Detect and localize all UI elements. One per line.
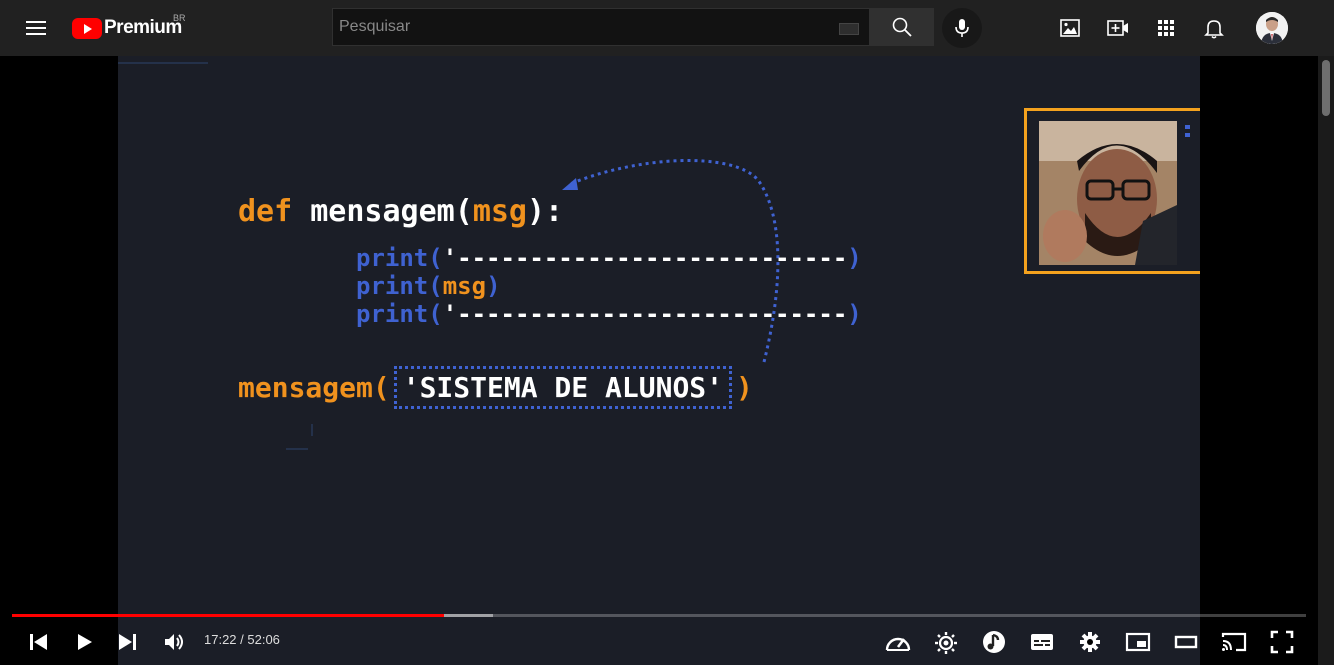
search-button[interactable]: [870, 8, 934, 46]
scrollbar-thumb[interactable]: [1322, 60, 1330, 116]
code-def-close: ):: [527, 194, 564, 229]
previous-button[interactable]: [22, 626, 54, 658]
region-code: BR: [173, 13, 186, 23]
code-print-string: '---------------------------: [442, 300, 848, 328]
subtitles-button[interactable]: [1026, 626, 1058, 658]
code-keyword-def: def: [238, 194, 293, 229]
volume-button[interactable]: [158, 626, 190, 658]
cast-button[interactable]: [1218, 626, 1250, 658]
progress-played[interactable]: [12, 614, 444, 617]
code-print-keyword: print(: [356, 272, 443, 300]
mic-icon: [955, 19, 969, 37]
subtitles-icon: [1031, 634, 1053, 650]
code-print-arg: msg: [442, 272, 487, 300]
code-call-line: mensagem('SISTEMA DE ALUNOS'): [238, 366, 753, 409]
fullscreen-icon: [1270, 630, 1294, 654]
code-param: msg: [472, 194, 527, 229]
menu-button[interactable]: [20, 14, 52, 42]
time-display: 17:22 / 52:06: [204, 632, 280, 647]
settings-button[interactable]: [1074, 626, 1106, 658]
code-print-line-2: print(msg): [356, 272, 501, 300]
music-note-icon: [983, 631, 1005, 653]
youtube-logo-icon: [72, 18, 102, 39]
create-video-icon[interactable]: [1106, 16, 1130, 40]
avatar-person-icon: [1256, 12, 1288, 44]
previous-icon: [30, 634, 47, 650]
page-scrollbar[interactable]: [1318, 56, 1334, 665]
account-avatar[interactable]: [1256, 12, 1288, 44]
fullscreen-button[interactable]: [1266, 626, 1298, 658]
code-print-close: ): [486, 272, 501, 300]
ambient-mode-button[interactable]: [930, 626, 962, 658]
code-print-close: ): [847, 300, 862, 328]
theater-mode-icon: [1174, 635, 1198, 649]
code-print-line-1: print('---------------------------): [356, 244, 862, 272]
presenter-webcam-frame: [1024, 108, 1200, 274]
code-call-arg: 'SISTEMA DE ALUNOS': [393, 366, 733, 409]
cast-icon: [1221, 632, 1247, 652]
code-call-name: mensagem(: [238, 371, 390, 404]
code-function-name: mensagem(: [310, 194, 473, 229]
code-call-close: ): [736, 371, 753, 404]
presenter-photo: [1039, 121, 1177, 265]
bell-icon[interactable]: [1202, 16, 1226, 40]
search-icon: [892, 17, 912, 37]
speedometer-icon: [885, 637, 911, 651]
play-button[interactable]: [68, 626, 100, 658]
code-print-keyword: print(: [356, 300, 443, 328]
apps-grid-icon[interactable]: [1154, 16, 1178, 40]
volume-icon: [165, 634, 183, 650]
image-icon[interactable]: [1058, 16, 1082, 40]
brand-name: Premium: [104, 17, 182, 38]
search-box: [332, 8, 870, 46]
code-print-close: ): [847, 244, 862, 272]
code-print-line-3: print('---------------------------): [356, 300, 862, 328]
top-bar: Premium BR: [0, 0, 1334, 56]
next-icon: [119, 634, 136, 650]
next-button[interactable]: [112, 626, 144, 658]
gear-icon: [1080, 632, 1100, 652]
play-icon: [78, 634, 92, 650]
code-print-string: '---------------------------: [442, 244, 848, 272]
keyboard-icon[interactable]: [839, 23, 859, 35]
code-print-keyword: print(: [356, 244, 443, 272]
sun-gear-icon: [935, 632, 957, 654]
video-frame[interactable]: def mensagem(msg): print('--------------…: [118, 56, 1200, 665]
code-def-line: def mensagem(msg):: [238, 194, 563, 229]
decor-dot: [1185, 133, 1190, 137]
decor-dot: [1185, 125, 1190, 129]
miniplayer-icon: [1125, 632, 1151, 652]
theater-mode-button[interactable]: [1170, 626, 1202, 658]
playback-speed-button[interactable]: [882, 626, 914, 658]
voice-search-button[interactable]: [942, 8, 982, 48]
music-note-button[interactable]: [978, 626, 1010, 658]
search-input[interactable]: [333, 9, 823, 45]
miniplayer-button[interactable]: [1122, 626, 1154, 658]
